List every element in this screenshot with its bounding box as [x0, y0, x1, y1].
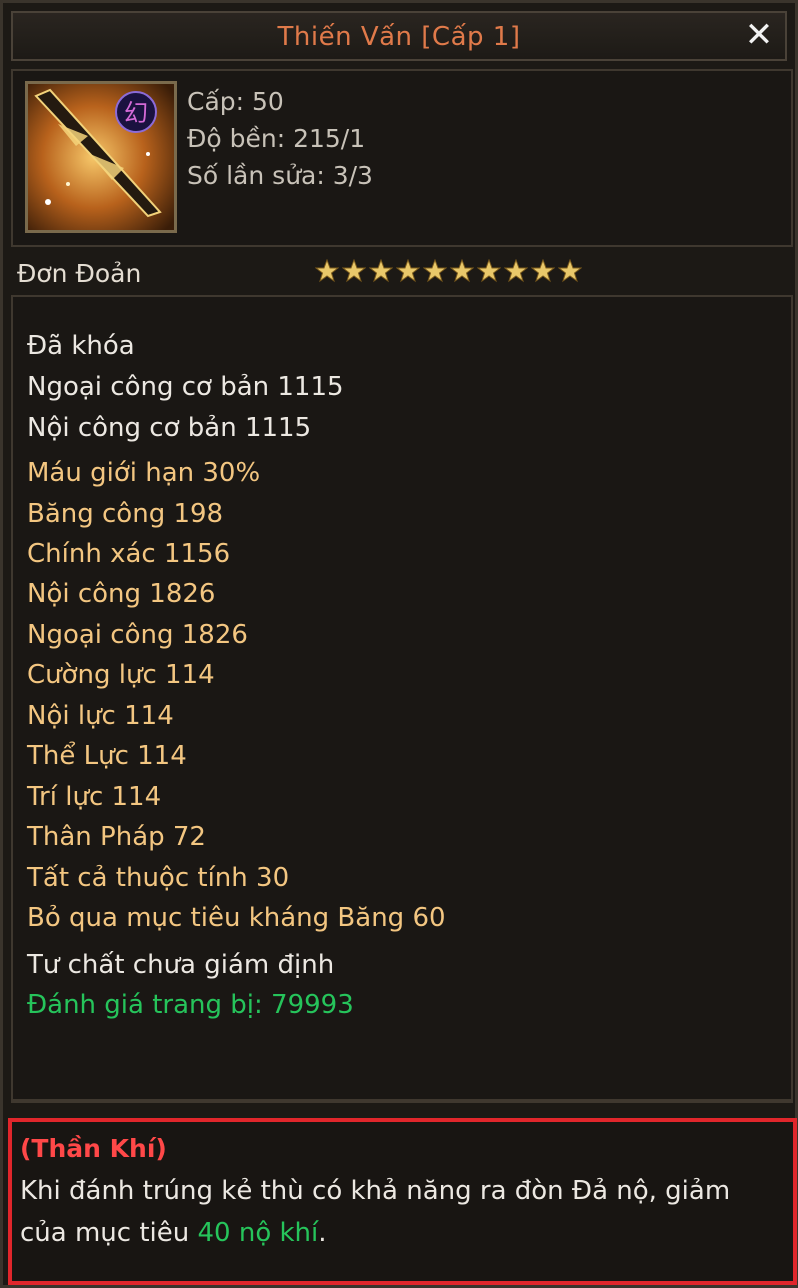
sword-item-icon: 幻 [25, 81, 177, 233]
star-icon [531, 259, 555, 283]
quality-label: Đơn Đoản [17, 259, 142, 288]
close-icon[interactable]: ✕ [739, 15, 779, 55]
attribute-line: Nội công 1826 [27, 579, 216, 609]
quality-row: Đơn Đoản [3, 253, 798, 293]
title-bar: Thiến Vấn [Cấp 1] ✕ [11, 11, 787, 61]
divine-desc-end: . [318, 1218, 327, 1248]
star-icon [369, 259, 393, 283]
star-icon [396, 259, 420, 283]
base-outer-attack: Ngoại công cơ bản 1115 [27, 372, 344, 402]
star-icon [504, 259, 528, 283]
base-inner-attack: Nội công cơ bản 1115 [27, 413, 312, 443]
attribute-line: Thân Pháp 72 [27, 822, 206, 852]
divine-desc-text: Khi đánh trúng kẻ thù có khả năng ra đòn… [20, 1176, 731, 1248]
divine-title: (Thần Khí) [20, 1134, 167, 1163]
attribute-line: Cường lực 114 [27, 660, 215, 690]
item-level: Cấp: 50 [187, 87, 284, 116]
star-icon [315, 259, 339, 283]
locked-status: Đã khóa [27, 331, 135, 361]
attribute-line: Chính xác 1156 [27, 539, 231, 569]
attribute-line: Ngoại công 1826 [27, 620, 248, 650]
item-durability: Độ bền: 215/1 [187, 124, 366, 153]
attribute-line: Thể Lực 114 [27, 741, 187, 771]
aptitude-status: Tư chất chưa giám định [27, 950, 335, 980]
star-rating [315, 259, 582, 287]
item-header: 幻 Cấp: 50 Độ bền: 215/1 Số lần sửa: 3/3 [11, 69, 793, 247]
item-repairs: Số lần sửa: 3/3 [187, 161, 373, 190]
attribute-line: Nội lực 114 [27, 701, 174, 731]
item-tooltip-panel: Thiến Vấn [Cấp 1] ✕ 幻 Cấp: 50 Độ bền: 21… [0, 0, 798, 1288]
icon-glyph: 幻 [124, 99, 148, 127]
divine-weapon-box: (Thần Khí) Khi đánh trúng kẻ thù có khả … [8, 1118, 797, 1285]
attribute-list: Đã khóa Ngoại công cơ bản 1115 Nội công … [11, 295, 793, 1101]
star-icon [423, 259, 447, 283]
equipment-rating: Đánh giá trang bị: 79993 [27, 990, 354, 1020]
item-title: Thiến Vấn [Cấp 1] [277, 22, 521, 52]
divine-desc-highlight: 40 nộ khí [197, 1218, 319, 1248]
star-icon [558, 259, 582, 283]
star-icon [342, 259, 366, 283]
section-divider [11, 1101, 793, 1113]
attribute-line: Băng công 198 [27, 499, 224, 529]
star-icon [450, 259, 474, 283]
attribute-line: Máu giới hạn 30% [27, 458, 261, 488]
divine-description: Khi đánh trúng kẻ thù có khả năng ra đòn… [20, 1170, 783, 1254]
attribute-line: Bỏ qua mục tiêu kháng Băng 60 [27, 903, 446, 933]
star-icon [477, 259, 501, 283]
attribute-line: Tất cả thuộc tính 30 [27, 863, 290, 893]
attribute-line: Trí lực 114 [27, 782, 162, 812]
